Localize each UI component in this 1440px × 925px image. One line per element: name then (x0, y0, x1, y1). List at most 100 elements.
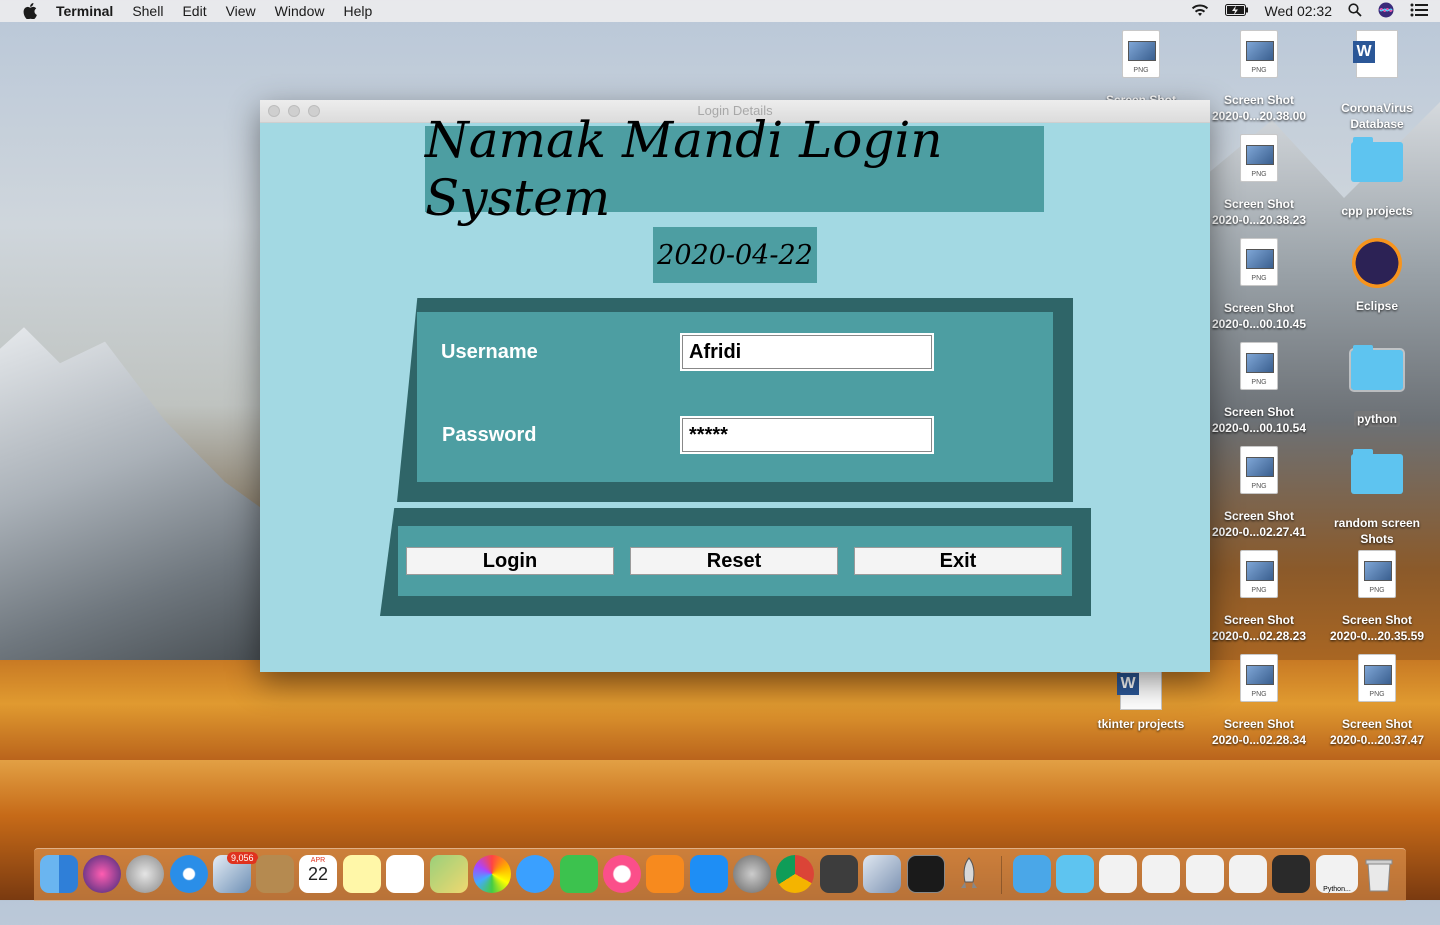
desktop-icon-label: 2020-0...20.35.59 (1329, 629, 1425, 643)
password-input[interactable] (680, 416, 934, 454)
png-file-icon: PNG (1240, 238, 1278, 286)
system-preferences-icon[interactable] (733, 855, 771, 893)
wifi-icon[interactable] (1191, 3, 1209, 20)
notes-icon[interactable] (343, 855, 381, 893)
desktop-icon-label: Screen Shot (1223, 509, 1295, 523)
menu-shell[interactable]: Shell (132, 3, 163, 19)
exit-button[interactable]: Exit (854, 547, 1062, 575)
png-file-icon: PNG (1358, 654, 1396, 702)
sublime-text-icon[interactable] (820, 855, 858, 893)
desktop-icon-eclipse[interactable]: Eclipse (1318, 238, 1436, 314)
menu-app-name[interactable]: Terminal (56, 3, 113, 19)
menu-window[interactable]: Window (275, 3, 325, 19)
desktop-icon-random-screen-shots[interactable]: random screen Shots (1318, 446, 1436, 547)
window-controls (268, 105, 320, 117)
spotlight-search-icon[interactable] (1348, 2, 1362, 20)
reset-button[interactable]: Reset (630, 547, 838, 575)
png-file-icon: PNG (1240, 550, 1278, 598)
safari-icon[interactable] (170, 855, 208, 893)
desktop-icon-screenshot[interactable]: PNG Screen Shot 2020-0...02.28.34 (1200, 654, 1318, 748)
desktop-icon-coronavirus-database[interactable]: W CoronaVirus Database (1318, 30, 1436, 132)
books-icon[interactable] (646, 855, 684, 893)
chrome-icon[interactable] (776, 855, 814, 893)
minimize-window-button[interactable] (288, 105, 300, 117)
calendar-day: 22 (307, 864, 329, 884)
eclipse-app-icon (1352, 238, 1402, 288)
desktop-icon-screenshot[interactable]: PNG Screen Shot 2020-0...20.35.59 (1318, 550, 1436, 644)
folder-icon (1351, 137, 1403, 182)
desktop-icon-screenshot[interactable]: PNG Screen Shot 2020-0...02.28.23 (1200, 550, 1318, 644)
menu-help[interactable]: Help (343, 3, 372, 19)
desktop-icon-python[interactable]: python (1318, 342, 1436, 428)
contacts-icon[interactable] (256, 855, 294, 893)
desktop-icon-label: 2020-0...20.37.47 (1329, 733, 1425, 747)
desktop-icon-tkinter-projects[interactable]: W tkinter projects (1082, 662, 1200, 732)
dock-separator (1001, 856, 1002, 894)
desktop-icon-screenshot[interactable]: PNG Screen Shot 2020-0...20.37.47 (1318, 654, 1436, 748)
desktop-icon-label: Eclipse (1355, 299, 1399, 313)
applications-folder-icon[interactable] (1013, 855, 1051, 893)
facetime-icon[interactable] (560, 855, 598, 893)
png-file-icon: PNG (1122, 30, 1160, 78)
login-button[interactable]: Login (406, 547, 614, 575)
desktop-icon-label: Screen Shot (1223, 197, 1295, 211)
desktop-icon-screenshot[interactable]: PNG Screen Shot 2020-0...00.10.45 (1200, 238, 1318, 332)
siri-icon[interactable] (1378, 2, 1394, 21)
app-store-icon[interactable] (690, 855, 728, 893)
png-file-icon: PNG (1358, 550, 1396, 598)
battery-icon[interactable] (1224, 3, 1249, 19)
dock-window-thumbnail[interactable] (1142, 855, 1180, 893)
dock-window-thumbnail[interactable] (1229, 855, 1267, 893)
dock-window-thumbnail[interactable] (1272, 855, 1310, 893)
trash-icon[interactable] (1362, 855, 1400, 893)
launchpad-icon[interactable] (126, 855, 164, 893)
messages-icon[interactable] (516, 855, 554, 893)
desktop-icon-screenshot[interactable]: PNG Screen Shot (1082, 30, 1200, 108)
folder-icon (1349, 345, 1405, 392)
username-input[interactable] (680, 333, 934, 371)
png-file-icon: PNG (1240, 654, 1278, 702)
desktop-icon-label: Screen Shot (1341, 717, 1413, 731)
menu-view[interactable]: View (226, 3, 256, 19)
desktop-icon-label: Database (1350, 117, 1404, 131)
itunes-icon[interactable] (603, 855, 641, 893)
reminders-icon[interactable] (386, 855, 424, 893)
desktop-icon-screenshot[interactable]: PNG Screen Shot 2020-0...00.10.54 (1200, 342, 1318, 436)
finder-icon[interactable] (40, 855, 78, 893)
menu-clock[interactable]: Wed 02:32 (1265, 3, 1332, 19)
password-label: Password (442, 424, 537, 446)
desktop-icon-label: Screen Shot (1223, 301, 1295, 315)
dock-window-thumbnail[interactable] (1186, 855, 1224, 893)
desktop-icon-screenshot[interactable]: PNG Screen Shot 2020-0...20.38.23 (1200, 134, 1318, 228)
png-file-icon: PNG (1240, 342, 1278, 390)
desktop-icon-cpp-projects[interactable]: cpp projects (1318, 134, 1436, 219)
zoom-window-button[interactable] (308, 105, 320, 117)
desktop-icon-label: random screen (1333, 516, 1421, 530)
calendar-icon[interactable]: APR 22 (299, 855, 337, 893)
close-window-button[interactable] (268, 105, 280, 117)
maps-icon[interactable] (430, 855, 468, 893)
desktop-icon-label: 2020-0...20.38.00 (1211, 109, 1307, 123)
desktop-icon-label: Screen Shot (1223, 717, 1295, 731)
terminal-icon[interactable] (907, 855, 945, 893)
login-window: Login Details Namak Mandi Login System 2… (260, 100, 1210, 672)
desktop-icon-label: Screen Shot (1223, 405, 1295, 419)
desktop-icon-label: Screen Shot (1341, 613, 1413, 627)
desktop-icon-label: 2020-0...02.28.34 (1211, 733, 1307, 747)
desktop-icon-label: Screen Shot (1223, 93, 1295, 107)
rocket-icon[interactable] (950, 855, 988, 893)
documents-folder-icon[interactable] (1056, 855, 1094, 893)
siri-dock-icon[interactable] (83, 855, 121, 893)
desktop-icon-screenshot[interactable]: PNG Screen Shot 2020-0...20.38.00 (1200, 30, 1318, 124)
notification-center-icon[interactable] (1410, 3, 1428, 20)
desktop-icon-label: 2020-0...20.38.23 (1211, 213, 1307, 227)
dock-window-thumbnail[interactable] (1099, 855, 1137, 893)
calendar-month: APR (310, 857, 326, 864)
preview-icon[interactable] (863, 855, 901, 893)
menu-edit[interactable]: Edit (182, 3, 206, 19)
apple-menu-icon[interactable] (22, 3, 38, 19)
photos-icon[interactable] (473, 855, 511, 893)
python-window-thumbnail[interactable]: Python... (1316, 855, 1358, 893)
desktop-icon-screenshot[interactable]: PNG Screen Shot 2020-0...02.27.41 (1200, 446, 1318, 540)
username-label: Username (441, 341, 538, 363)
